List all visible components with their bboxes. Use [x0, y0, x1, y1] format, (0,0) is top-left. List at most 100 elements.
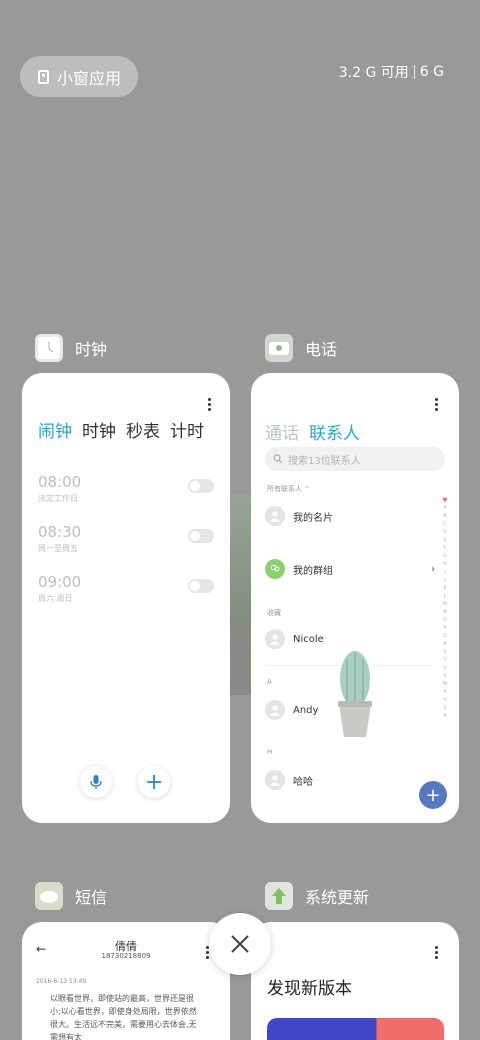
wallpaper-cactus: [230, 495, 252, 695]
phone-app-card[interactable]: 通话 联系人 搜索13位联系人 所有联系人 ⌃ 我的名片 我的群组 › 收藏 N…: [251, 373, 459, 823]
index-letter: X: [443, 690, 447, 695]
search-placeholder: 搜索13位联系人: [288, 455, 361, 467]
memory-divider: [413, 65, 415, 79]
sms-date: 2016-6-13 13:49: [36, 978, 87, 985]
avatar: [265, 629, 285, 649]
my-groups-label: 我的群组: [293, 565, 333, 577]
index-letter: Y: [443, 698, 447, 703]
clock-app-card[interactable]: 闹钟 时钟 秒表 计时 08:00 法定工作日 08:30 周一至周五 09:0…: [22, 373, 230, 823]
alarm-toggle[interactable]: [188, 479, 214, 493]
contact-search-input[interactable]: 搜索13位联系人: [265, 447, 445, 471]
index-letter: U: [443, 666, 447, 671]
avatar: [265, 770, 285, 790]
contact-name: Nicole: [293, 633, 324, 645]
tab-alarm[interactable]: 闹钟: [38, 417, 72, 442]
clock-tabs: 闹钟 时钟 秒表 计时: [38, 417, 204, 442]
index-letter: L: [443, 594, 447, 599]
more-menu-icon[interactable]: [435, 946, 439, 959]
sms-app-icon: [35, 882, 63, 910]
alarm-repeat: 法定工作日: [38, 494, 78, 503]
contact-row[interactable]: Nicole: [265, 629, 324, 649]
contact-name: 哈哈: [293, 776, 313, 788]
memory-indicator: 3.2 G 可用 6 G: [339, 62, 444, 82]
index-letter: C: [443, 522, 447, 527]
tab-contacts[interactable]: 联系人: [309, 419, 360, 444]
update-app-header: 系统更新: [265, 882, 369, 910]
floating-apps-label: 小窗应用: [57, 68, 122, 88]
tab-clock[interactable]: 时钟: [82, 417, 116, 442]
alphabet-index[interactable]: ♥ A B C D E F G H I J K L M N O P Q R S …: [441, 497, 449, 721]
more-menu-icon[interactable]: [435, 398, 439, 411]
contact-name: Andy: [293, 704, 319, 716]
memory-available: 3.2 G 可用: [338, 65, 409, 81]
index-letter: V: [443, 674, 447, 679]
index-letter: H: [443, 562, 447, 567]
all-contacts-filter[interactable]: 所有联系人 ⌃: [267, 484, 310, 494]
my-groups-row[interactable]: 我的群组 ›: [265, 559, 435, 579]
sms-app-header: 短信: [35, 882, 107, 910]
index-letter: G: [443, 554, 447, 559]
clear-all-button[interactable]: [209, 913, 271, 975]
index-letter: K: [443, 586, 447, 591]
add-alarm-button[interactable]: [138, 766, 170, 798]
contact-row[interactable]: Andy: [265, 700, 318, 720]
index-letter: P: [443, 626, 447, 631]
contact-row[interactable]: 哈哈: [265, 770, 313, 790]
update-app-icon: [265, 882, 293, 910]
update-banner: [267, 1018, 444, 1040]
section-letter: H: [267, 748, 273, 756]
cactus-sticker: [335, 649, 375, 739]
index-letter: O: [443, 618, 447, 623]
my-card-row[interactable]: 我的名片: [265, 506, 333, 526]
section-letter: A: [267, 678, 272, 686]
avatar: [265, 506, 285, 526]
close-icon: [231, 935, 249, 953]
sms-app-name: 短信: [75, 888, 108, 907]
search-icon: [273, 454, 283, 464]
alarm-toggle[interactable]: [188, 529, 214, 543]
index-letter: T: [443, 658, 447, 663]
sms-app-card[interactable]: ← 倩倩 18730218809 2016-6-13 13:49 以眼看世界，即…: [22, 922, 230, 1040]
clock-app-icon: [35, 334, 63, 362]
voice-button[interactable]: [80, 766, 112, 798]
memory-total: 6 G: [419, 64, 444, 80]
update-app-card[interactable]: 发现新版本: [251, 922, 459, 1040]
more-menu-icon[interactable]: [208, 398, 212, 411]
alarm-item[interactable]: 09:00 周六 周日: [38, 573, 214, 604]
index-letter: Q: [443, 634, 447, 639]
floating-window-icon: [38, 69, 49, 84]
alarm-item[interactable]: 08:30 周一至周五: [38, 523, 214, 554]
alarm-item[interactable]: 08:00 法定工作日: [38, 473, 214, 504]
index-letter: S: [443, 650, 447, 655]
index-letter: R: [443, 642, 447, 647]
alarm-toggle[interactable]: [188, 579, 214, 593]
tab-calls[interactable]: 通话: [265, 419, 299, 444]
phone-tabs: 通话 联系人: [265, 419, 360, 444]
index-letter: M: [443, 602, 447, 607]
floating-apps-button[interactable]: 小窗应用: [20, 56, 138, 97]
index-letter: D: [443, 530, 447, 535]
plus-icon: [147, 775, 161, 789]
alarm-repeat: 周六 周日: [38, 594, 73, 603]
update-title: 发现新版本: [267, 979, 352, 999]
tab-stopwatch[interactable]: 秒表: [126, 417, 160, 442]
index-letter: F: [443, 546, 447, 551]
favorites-section-label: 收藏: [267, 609, 281, 617]
index-letter: I: [444, 570, 446, 575]
avatar: [265, 700, 285, 720]
tab-timer[interactable]: 计时: [170, 417, 204, 442]
sms-contact-number: 18730218809: [101, 952, 151, 960]
index-letter: N: [443, 610, 447, 615]
add-contact-button[interactable]: +: [419, 781, 447, 809]
update-app-name: 系统更新: [305, 888, 370, 907]
phone-app-name: 电话: [305, 340, 338, 359]
phone-app-icon: [265, 334, 293, 362]
index-letter: B: [443, 514, 447, 519]
index-letter: A: [443, 506, 447, 511]
sms-message: 以眼看世界，即使站的最高，世界还是很小;以心看世界，即使身处局限，世界依然很大。…: [50, 994, 197, 1040]
index-letter: J: [444, 578, 446, 583]
heart-icon: ♥: [442, 497, 448, 504]
phone-app-header: 电话: [265, 334, 337, 362]
my-card-label: 我的名片: [293, 512, 333, 524]
index-letter: #: [443, 714, 447, 719]
